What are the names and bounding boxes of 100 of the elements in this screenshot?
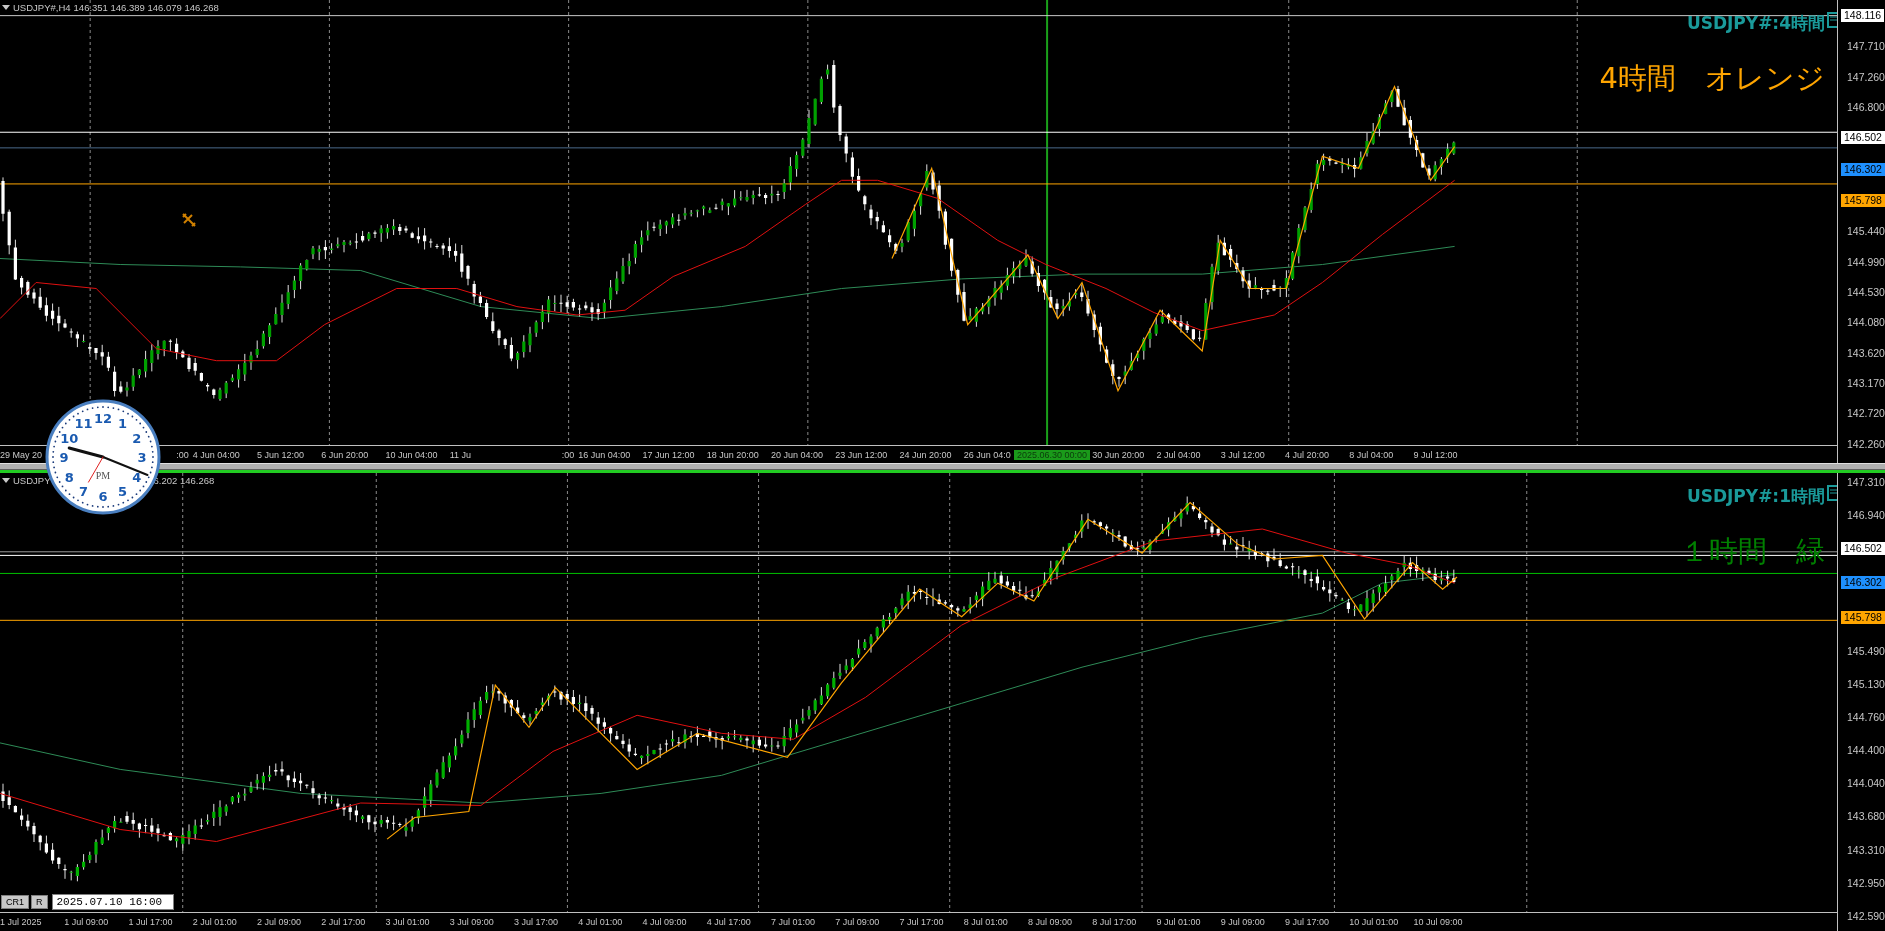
clock-period: PM bbox=[95, 470, 111, 481]
time-label: 6 Jun 20:00 bbox=[321, 449, 369, 460]
price-line[interactable] bbox=[0, 15, 1837, 17]
time-label: 9 Jul 01:00 bbox=[1156, 917, 1201, 927]
clock-number: 2 bbox=[132, 430, 142, 446]
price-label: 146.800 bbox=[1846, 101, 1885, 114]
time-label: 20 Jun 04:00 bbox=[771, 449, 824, 460]
clock-number: 9 bbox=[59, 450, 69, 465]
time-label: 1 Jul 09:00 bbox=[64, 917, 109, 927]
clock-number: 3 bbox=[137, 450, 147, 465]
window-icon[interactable] bbox=[1827, 485, 1837, 501]
time-label: 2 Jul 01:00 bbox=[192, 917, 237, 927]
time-label: 7 Jul 01:00 bbox=[771, 917, 816, 927]
time-label: 4 Jul 20:00 bbox=[1285, 449, 1330, 460]
time-label: 10 Jul 09:00 bbox=[1413, 917, 1463, 927]
time-label: 3 Jul 09:00 bbox=[449, 917, 494, 927]
dropdown-icon[interactable] bbox=[2, 5, 10, 10]
time-label: 11 Ju bbox=[449, 449, 472, 460]
chart-title: USDJPY#:4時間 bbox=[1686, 12, 1825, 35]
price-label: 142.260 bbox=[1846, 437, 1885, 450]
time-label: 1 Jul 2025 bbox=[0, 917, 42, 927]
time-label: 4 Jun 04:00 bbox=[192, 449, 240, 460]
time-label: 17 Jun 12:00 bbox=[642, 449, 695, 460]
price-line[interactable] bbox=[0, 619, 1837, 621]
price-marker: 148.116 bbox=[1841, 9, 1885, 22]
time-label: 2 Jul 04:00 bbox=[1156, 449, 1201, 460]
time-label: 10 Jul 01:00 bbox=[1349, 917, 1399, 927]
time-label: 2 Jul 09:00 bbox=[257, 917, 302, 927]
time-label: 8 Jul 17:00 bbox=[1092, 917, 1137, 927]
price-label: 144.400 bbox=[1846, 744, 1885, 757]
price-marker: 145.798 bbox=[1841, 610, 1885, 624]
price-label: 147.260 bbox=[1846, 70, 1885, 83]
price-label: 143.680 bbox=[1846, 810, 1885, 823]
time-label: 4 Jul 01:00 bbox=[578, 917, 623, 927]
time-label: 18 Jun 20:00 bbox=[706, 449, 759, 460]
clock-number: 6 bbox=[98, 489, 108, 504]
price-label: 145.130 bbox=[1846, 677, 1885, 690]
toolbar-button[interactable]: R bbox=[31, 895, 48, 909]
window-icon[interactable] bbox=[1827, 12, 1837, 28]
time-label: 4 Jul 09:00 bbox=[642, 917, 687, 927]
pencil-icon[interactable] bbox=[181, 212, 197, 228]
time-label: 10 Jun 04:00 bbox=[385, 449, 438, 460]
price-label: 145.490 bbox=[1846, 644, 1885, 657]
time-label: 7 Jul 09:00 bbox=[835, 917, 880, 927]
price-line[interactable] bbox=[0, 572, 1837, 574]
price-label: 142.720 bbox=[1846, 407, 1885, 420]
time-label: 1 Jul 17:00 bbox=[128, 917, 173, 927]
price-label: 144.990 bbox=[1846, 255, 1885, 268]
panel-splitter[interactable] bbox=[0, 463, 1885, 470]
toolbar-button[interactable]: CR1 bbox=[1, 895, 29, 909]
date-field[interactable]: 2025.07.10 16:00 bbox=[51, 894, 174, 910]
clock-number: 8 bbox=[64, 469, 74, 485]
price-label: 147.710 bbox=[1846, 40, 1885, 53]
time-label: 24 Jun 20:00 bbox=[899, 449, 952, 460]
time-label: 8 Jul 04:00 bbox=[1349, 449, 1394, 460]
date-marker: 2025.06.30 00:00 bbox=[1014, 449, 1091, 460]
chart-title: USDJPY#:1時間 bbox=[1686, 485, 1825, 508]
price-label: 144.530 bbox=[1846, 286, 1885, 299]
price-label: 144.040 bbox=[1846, 777, 1885, 790]
price-label: 143.170 bbox=[1846, 377, 1885, 390]
clock-number: 4 bbox=[132, 469, 142, 485]
time-label: 16 Jun 04:00 bbox=[578, 449, 631, 460]
price-marker: 146.302 bbox=[1841, 576, 1885, 590]
clock-number: 5 bbox=[118, 483, 127, 499]
clock-number: 12 bbox=[93, 411, 113, 426]
time-label: :00 bbox=[561, 449, 576, 460]
chart-note: 4時間 オレンジ bbox=[1599, 60, 1825, 97]
time-label: 3 Jul 12:00 bbox=[1220, 449, 1265, 460]
price-label: 147.310 bbox=[1846, 476, 1885, 488]
time-label: :00 bbox=[176, 449, 190, 460]
price-label: 142.590 bbox=[1846, 909, 1885, 922]
price-marker: 146.502 bbox=[1841, 542, 1885, 556]
price-label: 143.310 bbox=[1846, 843, 1885, 856]
time-label: 3 Jul 17:00 bbox=[514, 917, 559, 927]
price-label: 142.950 bbox=[1846, 876, 1885, 889]
time-label: 8 Jul 01:00 bbox=[963, 917, 1008, 927]
time-label: 9 Jul 12:00 bbox=[1413, 449, 1458, 460]
price-marker: 146.302 bbox=[1841, 162, 1885, 176]
time-label: 30 Jun 20:00 bbox=[1092, 449, 1145, 460]
price-marker: 145.798 bbox=[1841, 194, 1885, 208]
clock-number: 7 bbox=[79, 483, 88, 499]
time-label: 4 Jul 17:00 bbox=[706, 917, 751, 927]
clock-number: 11 bbox=[74, 416, 93, 432]
price-label: 145.440 bbox=[1846, 225, 1885, 238]
time-label: 9 Jul 09:00 bbox=[1220, 917, 1265, 927]
dropdown-icon[interactable] bbox=[2, 478, 10, 483]
time-label: 2 Jul 17:00 bbox=[321, 917, 366, 927]
symbol-label: USDJPY#,H4 bbox=[13, 2, 71, 13]
price-label: 146.940 bbox=[1846, 509, 1885, 522]
time-label: 23 Jun 12:00 bbox=[835, 449, 888, 460]
price-marker: 146.502 bbox=[1841, 131, 1885, 145]
price-label: 143.620 bbox=[1846, 346, 1885, 359]
time-label: 5 Jun 12:00 bbox=[257, 449, 305, 460]
time-label: 7 Jul 17:00 bbox=[899, 917, 944, 927]
symbol-label: USDJPY bbox=[13, 475, 51, 486]
time-label: 26 Jun 04:0 bbox=[963, 449, 1011, 460]
time-label: 9 Jul 17:00 bbox=[1285, 917, 1330, 927]
price-label: 144.760 bbox=[1846, 711, 1885, 723]
time-label: 8 Jul 09:00 bbox=[1028, 917, 1073, 927]
vertical-line[interactable] bbox=[1046, 0, 1049, 445]
